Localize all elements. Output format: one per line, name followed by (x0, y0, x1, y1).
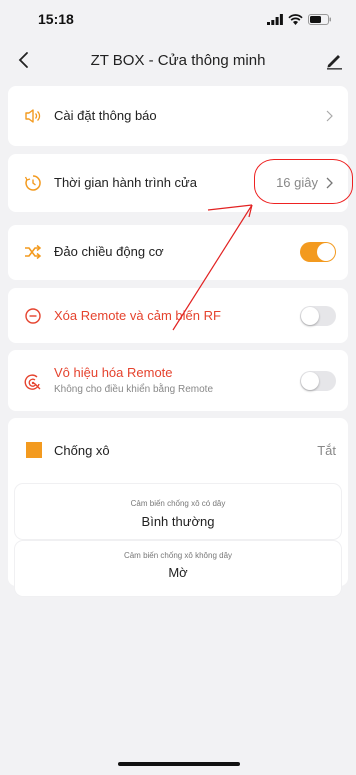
annotation-arrow (172, 204, 253, 331)
home-indicator (118, 762, 240, 766)
